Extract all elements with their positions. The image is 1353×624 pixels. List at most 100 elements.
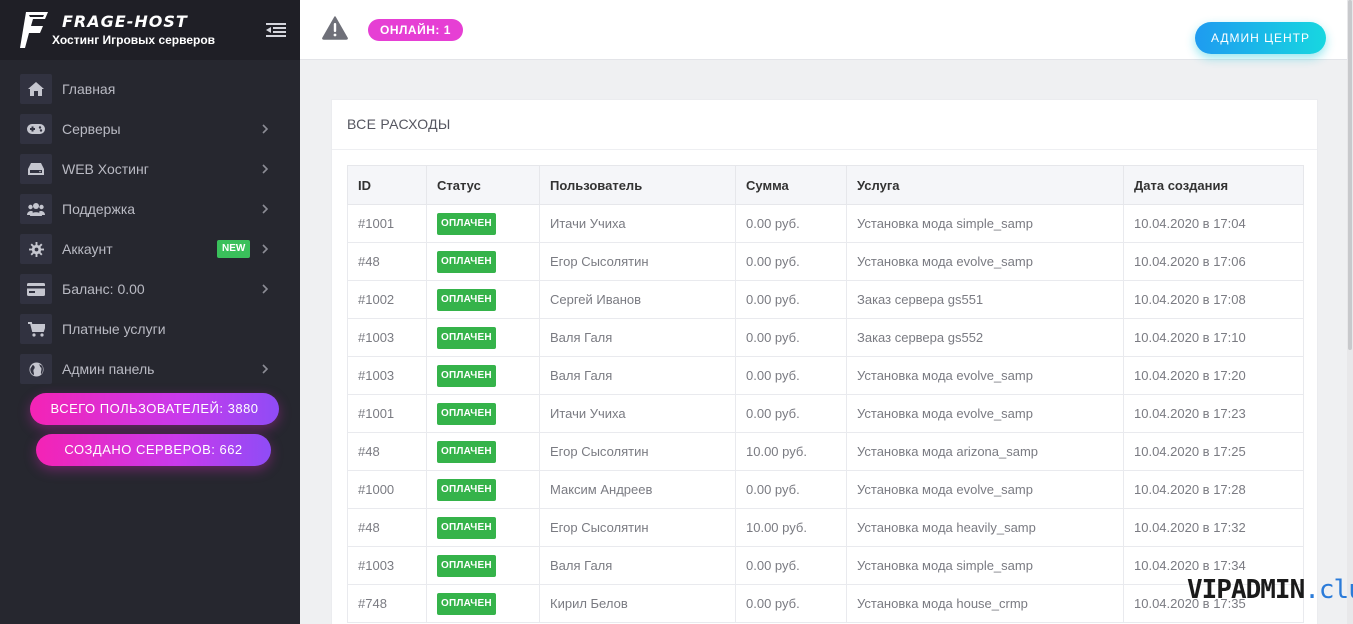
admin-center-button[interactable]: АДМИН ЦЕНТР bbox=[1195, 22, 1326, 54]
cell-id: #48 bbox=[347, 432, 427, 471]
sidebar-item-servers[interactable]: Серверы bbox=[0, 109, 300, 149]
sidebar-item-web-hosting[interactable]: WEB Хостинг bbox=[0, 149, 300, 189]
table-header-row: ID Статус Пользователь Сумма Услуга Дата… bbox=[347, 165, 1304, 205]
cart-icon bbox=[27, 321, 45, 337]
watermark-main: VIPADMIN bbox=[1187, 575, 1305, 605]
column-header-service[interactable]: Услуга bbox=[846, 165, 1124, 205]
home-icon bbox=[28, 82, 44, 96]
cell-id: #1000 bbox=[347, 470, 427, 509]
cell-service: Заказ сервера gs552 bbox=[846, 318, 1124, 357]
cell-status: ОПЛАЧЕН bbox=[426, 470, 540, 509]
cell-user: Сергей Иванов bbox=[539, 280, 736, 319]
sidebar-item-label: WEB Хостинг bbox=[62, 161, 149, 177]
cell-date: 10.04.2020 в 17:20 bbox=[1123, 356, 1304, 395]
cell-date: 10.04.2020 в 17:28 bbox=[1123, 470, 1304, 509]
status-badge: ОПЛАЧЕН bbox=[437, 364, 496, 387]
cell-user: Итачи Учиха bbox=[539, 394, 736, 433]
gear-icon bbox=[28, 241, 44, 257]
status-badge: ОПЛАЧЕН bbox=[437, 592, 496, 615]
sidebar: FRAGE-HOST Хостинг Игровых серверов Глав… bbox=[0, 0, 300, 624]
table-row: #1001 ОПЛАЧЕН Итачи Учиха 0.00 руб. Уста… bbox=[347, 204, 1304, 243]
cell-amount: 0.00 руб. bbox=[735, 280, 847, 319]
cell-service: Установка мода simple_samp bbox=[846, 546, 1124, 585]
cell-user: Валя Галя bbox=[539, 356, 736, 395]
cell-date: 10.04.2020 в 17:06 bbox=[1123, 242, 1304, 281]
cell-status: ОПЛАЧЕН bbox=[426, 584, 540, 623]
cell-service: Установка мода evolve_samp bbox=[846, 356, 1124, 395]
chevron-right-icon bbox=[262, 284, 269, 294]
status-badge: ОПЛАЧЕН bbox=[437, 326, 496, 349]
top-header: ОНЛАЙН: 1 АДМИН ЦЕНТР bbox=[300, 0, 1353, 60]
globe-icon bbox=[28, 361, 44, 377]
table-row: #1001 ОПЛАЧЕН Итачи Учиха 0.00 руб. Уста… bbox=[347, 394, 1304, 433]
watermark-suffix: .club bbox=[1304, 575, 1353, 605]
cell-user: Кирил Белов bbox=[539, 584, 736, 623]
cell-status: ОПЛАЧЕН bbox=[426, 508, 540, 547]
chevron-right-icon bbox=[262, 164, 269, 174]
online-badge: ОНЛАЙН: 1 bbox=[368, 19, 463, 41]
status-badge: ОПЛАЧЕН bbox=[437, 440, 496, 463]
cell-id: #1001 bbox=[347, 394, 427, 433]
cell-status: ОПЛАЧЕН bbox=[426, 318, 540, 357]
cell-status: ОПЛАЧЕН bbox=[426, 356, 540, 395]
table-row: #1003 ОПЛАЧЕН Валя Галя 0.00 руб. Заказ … bbox=[347, 318, 1304, 357]
cell-user: Максим Андреев bbox=[539, 470, 736, 509]
cell-amount: 0.00 руб. bbox=[735, 318, 847, 357]
cell-date: 10.04.2020 в 17:23 bbox=[1123, 394, 1304, 433]
cell-date: 10.04.2020 в 17:32 bbox=[1123, 508, 1304, 547]
servers-created-button[interactable]: СОЗДАНО СЕРВЕРОВ: 662 bbox=[36, 434, 271, 466]
cell-service: Установка мода arizona_samp bbox=[846, 432, 1124, 471]
cell-date: 10.04.2020 в 17:08 bbox=[1123, 280, 1304, 319]
cell-service: Установка мода simple_samp bbox=[846, 204, 1124, 243]
brand-name: FRAGE-HOST bbox=[62, 12, 188, 31]
sidebar-item-label: Серверы bbox=[62, 121, 121, 137]
chevron-right-icon bbox=[262, 244, 269, 254]
cell-service: Установка мода heavily_samp bbox=[846, 508, 1124, 547]
sidebar-item-label: Админ панель bbox=[62, 361, 155, 377]
column-header-status[interactable]: Статус bbox=[426, 165, 540, 205]
sidebar-item-home[interactable]: Главная bbox=[0, 69, 300, 109]
sidebar-item-support[interactable]: Поддержка bbox=[0, 189, 300, 229]
chevron-right-icon bbox=[262, 204, 269, 214]
sidebar-item-balance[interactable]: Баланс: 0.00 bbox=[0, 269, 300, 309]
column-header-id[interactable]: ID bbox=[347, 165, 427, 205]
users-icon bbox=[27, 203, 45, 216]
cell-user: Егор Сысолятин bbox=[539, 432, 736, 471]
cell-amount: 0.00 руб. bbox=[735, 470, 847, 509]
expenses-table: ID Статус Пользователь Сумма Услуга Дата… bbox=[347, 165, 1304, 623]
cell-amount: 0.00 руб. bbox=[735, 356, 847, 395]
scrollbar-thumb[interactable] bbox=[1348, 0, 1352, 350]
cell-id: #1001 bbox=[347, 204, 427, 243]
cell-id: #48 bbox=[347, 242, 427, 281]
column-header-date[interactable]: Дата создания bbox=[1123, 165, 1304, 205]
cell-service: Установка мода house_crmp bbox=[846, 584, 1124, 623]
chevron-right-icon bbox=[262, 124, 269, 134]
cell-status: ОПЛАЧЕН bbox=[426, 546, 540, 585]
logo-icon bbox=[20, 12, 48, 48]
column-header-user[interactable]: Пользователь bbox=[539, 165, 736, 205]
credit-card-icon bbox=[27, 282, 45, 296]
cell-user: Валя Галя bbox=[539, 546, 736, 585]
total-users-button[interactable]: ВСЕГО ПОЛЬЗОВАТЕЛЕЙ: 3880 bbox=[30, 393, 279, 425]
cell-service: Установка мода evolve_samp bbox=[846, 242, 1124, 281]
column-header-amount[interactable]: Сумма bbox=[735, 165, 847, 205]
cell-amount: 10.00 руб. bbox=[735, 508, 847, 547]
brand[interactable]: FRAGE-HOST Хостинг Игровых серверов bbox=[0, 0, 300, 60]
page-title: ВСЕ РАСХОДЫ bbox=[347, 116, 451, 132]
cell-user: Валя Галя bbox=[539, 318, 736, 357]
cell-status: ОПЛАЧЕН bbox=[426, 280, 540, 319]
sidebar-item-account[interactable]: Аккаунт NEW bbox=[0, 229, 300, 269]
sidebar-item-paid-services[interactable]: Платные услуги bbox=[0, 309, 300, 349]
sidebar-item-label: Платные услуги bbox=[62, 321, 166, 337]
cell-id: #1002 bbox=[347, 280, 427, 319]
cell-id: #748 bbox=[347, 584, 427, 623]
cell-status: ОПЛАЧЕН bbox=[426, 394, 540, 433]
cell-amount: 0.00 руб. bbox=[735, 242, 847, 281]
sidebar-item-label: Поддержка bbox=[62, 201, 136, 217]
cell-id: #1003 bbox=[347, 318, 427, 357]
watermark: VIPADMIN.club bbox=[1187, 575, 1353, 605]
warning-icon[interactable] bbox=[322, 16, 348, 40]
sidebar-item-admin-panel[interactable]: Админ панель bbox=[0, 349, 300, 389]
menu-toggle-icon[interactable] bbox=[266, 22, 286, 38]
status-badge: ОПЛАЧЕН bbox=[437, 554, 496, 577]
